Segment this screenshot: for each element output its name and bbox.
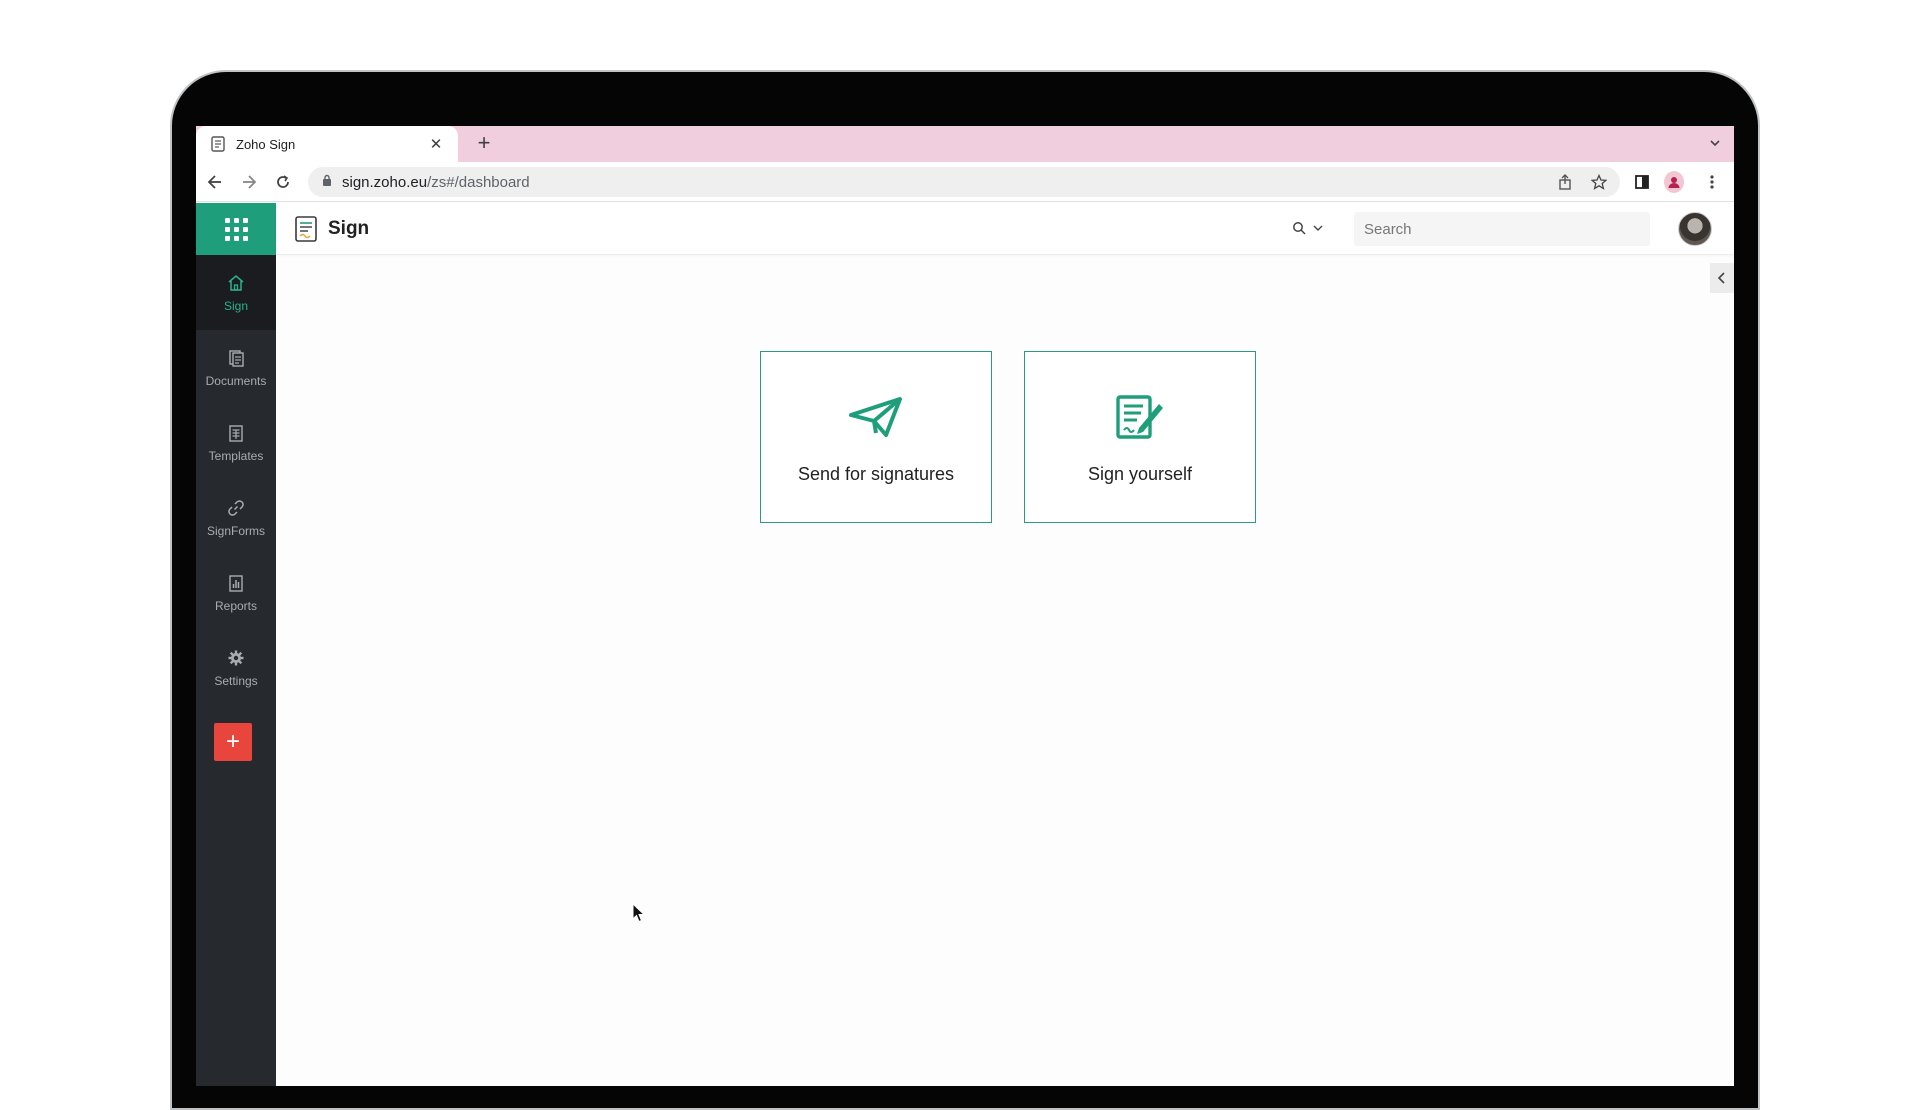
chevron-down-icon[interactable] <box>1708 136 1722 150</box>
sidebar-item-label: SignForms <box>206 524 265 538</box>
app-header: Sign <box>276 203 1734 255</box>
link-icon <box>225 497 247 519</box>
profile-icon[interactable] <box>1664 171 1684 193</box>
sidebar-item-label: Reports <box>214 599 258 613</box>
app-name: Sign <box>328 218 370 239</box>
side-panel-icon[interactable] <box>1632 172 1652 192</box>
tab-title: Zoho Sign <box>236 136 296 152</box>
collapse-panel-button[interactable] <box>1710 263 1734 293</box>
documents-icon <box>225 347 247 369</box>
new-tab-button[interactable]: + <box>472 132 496 156</box>
url-path: /zs#/dashboard <box>427 173 530 191</box>
chevron-left-icon <box>1717 272 1725 284</box>
sidebar-item-documents[interactable]: Documents <box>196 330 276 405</box>
reload-icon[interactable] <box>272 171 294 193</box>
close-tab-icon[interactable]: ✕ <box>428 135 444 153</box>
sidebar-item-label: Settings <box>214 674 258 688</box>
add-button[interactable]: + <box>214 723 252 761</box>
bookmark-star-icon[interactable] <box>1590 173 1608 191</box>
card-label: Send for signatures <box>797 464 955 484</box>
home-icon <box>225 272 247 294</box>
browser-tab[interactable]: Zoho Sign ✕ <box>196 126 458 162</box>
search-field[interactable] <box>1354 212 1650 246</box>
zoho-sign-app: Sign Documents Templates SignForms Repor… <box>196 203 1734 1086</box>
zoho-sign-favicon-icon <box>210 136 226 152</box>
sidebar-item-label: Documents <box>205 374 267 388</box>
address-bar[interactable]: sign.zoho.eu/zs#/dashboard <box>308 167 1620 197</box>
gear-icon <box>225 647 247 669</box>
sidebar-item-templates[interactable]: Templates <box>196 405 276 480</box>
more-menu-icon[interactable] <box>1702 172 1722 192</box>
sidebar-item-sign[interactable]: Sign <box>196 255 276 330</box>
sidebar-item-settings[interactable]: Settings <box>196 630 276 705</box>
send-for-signatures-card[interactable]: Send for signatures <box>760 351 992 523</box>
avatar[interactable] <box>1678 212 1712 246</box>
sign-document-icon <box>1110 392 1170 442</box>
app-launcher-button[interactable] <box>196 203 276 255</box>
search-scope-dropdown[interactable] <box>1292 221 1324 235</box>
url-text: sign.zoho.eu/zs#/dashboard <box>342 174 530 191</box>
zoho-sign-logo-icon <box>294 216 318 242</box>
url-domain: sign.zoho.eu <box>342 173 428 191</box>
share-icon[interactable] <box>1556 173 1574 191</box>
sidebar: Sign Documents Templates SignForms Repor… <box>196 203 276 1086</box>
screen: Zoho Sign ✕ + sign.zoho.eu/zs#/dashboard <box>196 126 1734 1086</box>
app-grid-icon <box>224 217 248 241</box>
paper-plane-icon <box>846 392 906 442</box>
reports-icon <box>225 572 247 594</box>
back-arrow-icon[interactable] <box>204 171 226 193</box>
browser-toolbar: sign.zoho.eu/zs#/dashboard <box>196 162 1734 202</box>
search-icon <box>1293 222 1306 235</box>
forward-arrow-icon[interactable] <box>238 171 260 193</box>
lock-icon <box>322 173 332 191</box>
card-label: Sign yourself <box>1087 464 1193 484</box>
sidebar-item-signforms[interactable]: SignForms <box>196 480 276 555</box>
chevron-down-icon <box>1313 225 1323 231</box>
templates-icon <box>225 422 247 444</box>
mouse-cursor-icon <box>632 903 646 923</box>
browser-tab-bar: Zoho Sign ✕ + <box>196 126 1734 162</box>
search-input[interactable] <box>1364 220 1634 238</box>
sidebar-item-reports[interactable]: Reports <box>196 555 276 630</box>
sign-yourself-card[interactable]: Sign yourself <box>1024 351 1256 523</box>
sidebar-item-label: Sign <box>223 299 249 313</box>
app-brand: Sign <box>294 216 369 242</box>
sidebar-item-label: Templates <box>208 449 264 463</box>
